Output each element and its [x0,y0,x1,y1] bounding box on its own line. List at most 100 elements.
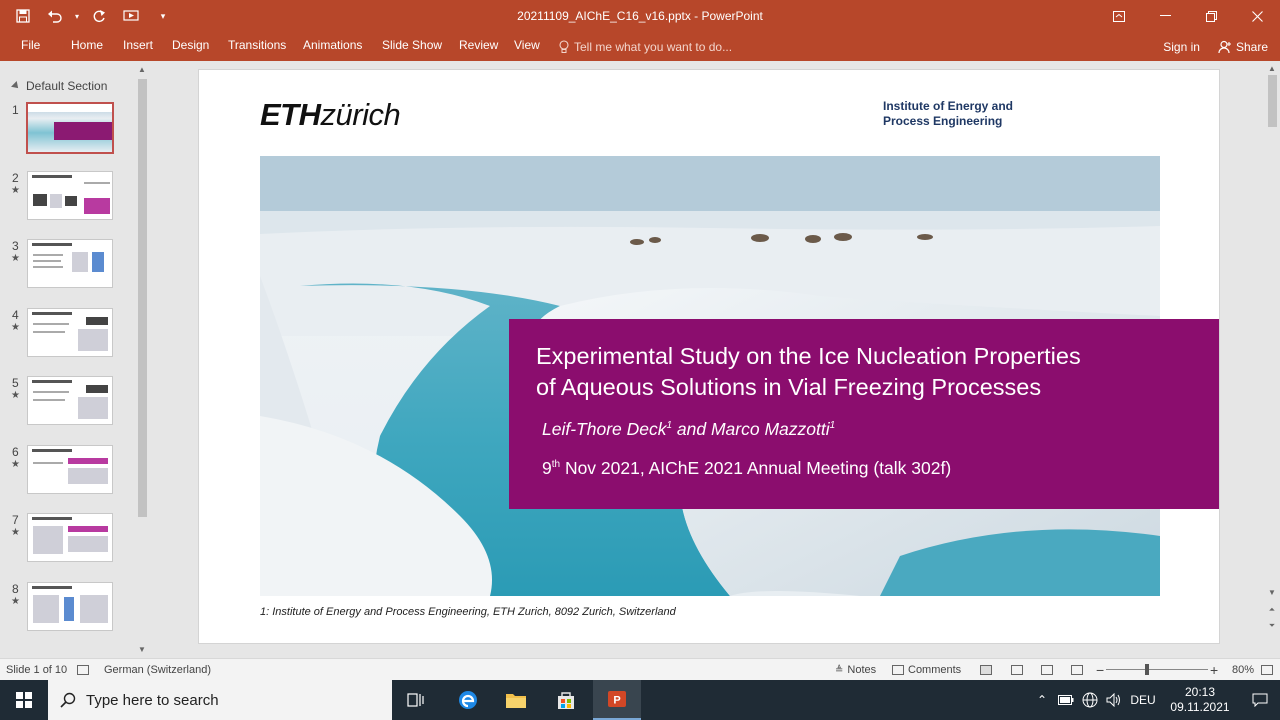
sign-in-link[interactable]: Sign in [1163,40,1200,54]
thumbnail-item[interactable]: 8 ★ [0,582,134,636]
scroll-down-icon[interactable]: ▼ [1267,588,1277,597]
save-icon[interactable] [8,4,38,28]
scroll-up-icon[interactable]: ▲ [1267,64,1277,73]
minimize-icon[interactable] [1142,0,1188,32]
thumbnail-item[interactable]: 4 ★ [0,308,134,362]
slide-footnote[interactable]: 1: Institute of Energy and Process Engin… [260,606,676,618]
slide-thumbnail-1[interactable] [26,102,114,154]
slide-meeting[interactable]: 9th Nov 2021, AIChE 2021 Annual Meeting … [542,458,951,479]
taskbar-clock[interactable]: 20:13 09.11.2021 [1160,685,1240,715]
next-slide-icon[interactable]: ⏷ [1267,621,1277,631]
scrollbar-thumb[interactable] [138,79,147,517]
animation-star-icon: ★ [11,596,20,607]
slide-count: Slide 1 of 10 [6,659,90,681]
slide-sorter-icon[interactable] [1011,659,1023,681]
slide-thumbnail-5[interactable] [27,376,113,425]
zoom-level[interactable]: 80% [1232,659,1254,681]
start-button[interactable] [0,680,48,720]
fit-to-window-icon[interactable] [1261,659,1273,681]
volume-icon[interactable] [1102,680,1126,720]
notes-button[interactable]: ≜ Notes [835,659,876,681]
search-placeholder: Type here to search [86,691,219,709]
thumbnail-scrollbar[interactable]: ▲ ▼ [134,61,150,658]
show-hidden-icons-icon[interactable]: ⌃ [1030,680,1054,720]
slide-canvas[interactable]: ETHzürich Institute of Energy and Proces… [198,69,1220,644]
tab-file[interactable]: File [21,32,40,61]
thumbnail-number: 3 [12,239,19,253]
close-icon[interactable] [1234,0,1280,32]
tab-home[interactable]: Home [71,32,103,61]
action-center-icon[interactable] [1240,680,1280,720]
network-globe-icon[interactable] [1078,680,1102,720]
thumbnail-number: 1 [12,103,19,117]
thumbnail-item[interactable]: 7 ★ [0,513,134,567]
spelling-check-icon[interactable] [77,665,90,675]
thumbnail-item[interactable]: 2 ★ [0,171,134,225]
zoom-in-icon[interactable]: + [1210,659,1218,681]
zoom-out-icon[interactable]: − [1096,659,1104,681]
slide-thumbnail-3[interactable] [27,239,113,288]
tab-animations[interactable]: Animations [303,32,362,61]
taskbar-search[interactable]: Type here to search [48,680,392,720]
title-box[interactable]: Experimental Study on the Ice Nucleation… [509,319,1219,509]
language-status[interactable]: German (Switzerland) [104,659,211,681]
previous-slide-icon[interactable]: ⏶ [1267,605,1277,615]
clock-time: 20:13 [1184,685,1216,699]
slide-thumbnail-2[interactable] [27,171,113,220]
thumbnail-item[interactable]: 5 ★ [0,376,134,430]
slide-thumbnail-6[interactable] [27,445,113,494]
scrollbar-thumb[interactable] [1268,75,1277,127]
search-icon [60,692,76,708]
tab-review[interactable]: Review [459,32,498,61]
collapse-triangle-icon[interactable] [11,81,21,91]
tell-me-text: Tell me what you want to do... [574,39,733,54]
tell-me-box[interactable]: Tell me what you want to do... [558,32,732,61]
slide-thumbnail-8[interactable] [27,582,113,631]
edge-browser-icon[interactable] [444,680,492,720]
person-icon [1218,40,1231,53]
ribbon-right: Sign in Share [1163,32,1268,61]
quick-access-toolbar: ▾ ▾ [8,4,178,28]
thumbnail-item[interactable]: 3 ★ [0,239,134,293]
tab-insert[interactable]: Insert [123,32,153,61]
restore-icon[interactable] [1188,0,1234,32]
slide-scrollbar[interactable]: ▲ ▼ ⏶ ⏷ [1264,61,1280,658]
reading-view-icon[interactable] [1041,659,1053,681]
normal-view-icon[interactable] [980,659,992,681]
file-explorer-icon[interactable] [492,680,540,720]
comments-button[interactable]: Comments [892,659,961,681]
undo-icon[interactable] [40,4,70,28]
microsoft-store-icon[interactable] [542,680,590,720]
title-bar: ▾ ▾ 20211109_AIChE_C16_v16.pptx - PowerP… [0,0,1280,32]
slide-show-icon[interactable] [1071,659,1083,681]
ribbon-display-options-icon[interactable] [1096,0,1142,32]
input-language[interactable]: DEU [1126,680,1160,720]
tab-view[interactable]: View [514,32,540,61]
slide-thumbnail-4[interactable] [27,308,113,357]
slide-thumbnail-7[interactable] [27,513,113,562]
thumbnail-number: 8 [12,582,19,596]
undo-dropdown-icon[interactable]: ▾ [72,4,82,28]
task-view-icon[interactable] [392,680,440,720]
tab-design[interactable]: Design [172,32,209,61]
thumbnail-number: 5 [12,376,19,390]
powerpoint-taskbar-icon[interactable]: P [593,680,641,720]
slide-authors[interactable]: Leif-Thore Deck1 and Marco Mazzotti1 [542,419,835,440]
battery-icon[interactable] [1054,680,1078,720]
section-header[interactable]: Default Section [11,79,107,93]
slide-title[interactable]: Experimental Study on the Ice Nucleation… [536,341,1081,403]
thumbnail-item[interactable]: 1 [0,102,134,157]
lightbulb-icon [559,39,569,53]
customize-qat-icon[interactable]: ▾ [148,4,178,28]
zoom-slider[interactable] [1106,669,1208,670]
share-button[interactable]: Share [1218,40,1268,54]
scroll-up-icon[interactable]: ▲ [137,65,147,74]
tab-transitions[interactable]: Transitions [228,32,286,61]
redo-icon[interactable] [84,4,114,28]
thumbnail-item[interactable]: 6 ★ [0,445,134,499]
tab-slide-show[interactable]: Slide Show [382,32,442,61]
start-from-beginning-icon[interactable] [116,4,146,28]
scroll-down-icon[interactable]: ▼ [137,645,147,654]
zoom-slider-handle[interactable] [1145,664,1149,675]
eth-zurich-logo: ETHzürich [260,97,401,132]
